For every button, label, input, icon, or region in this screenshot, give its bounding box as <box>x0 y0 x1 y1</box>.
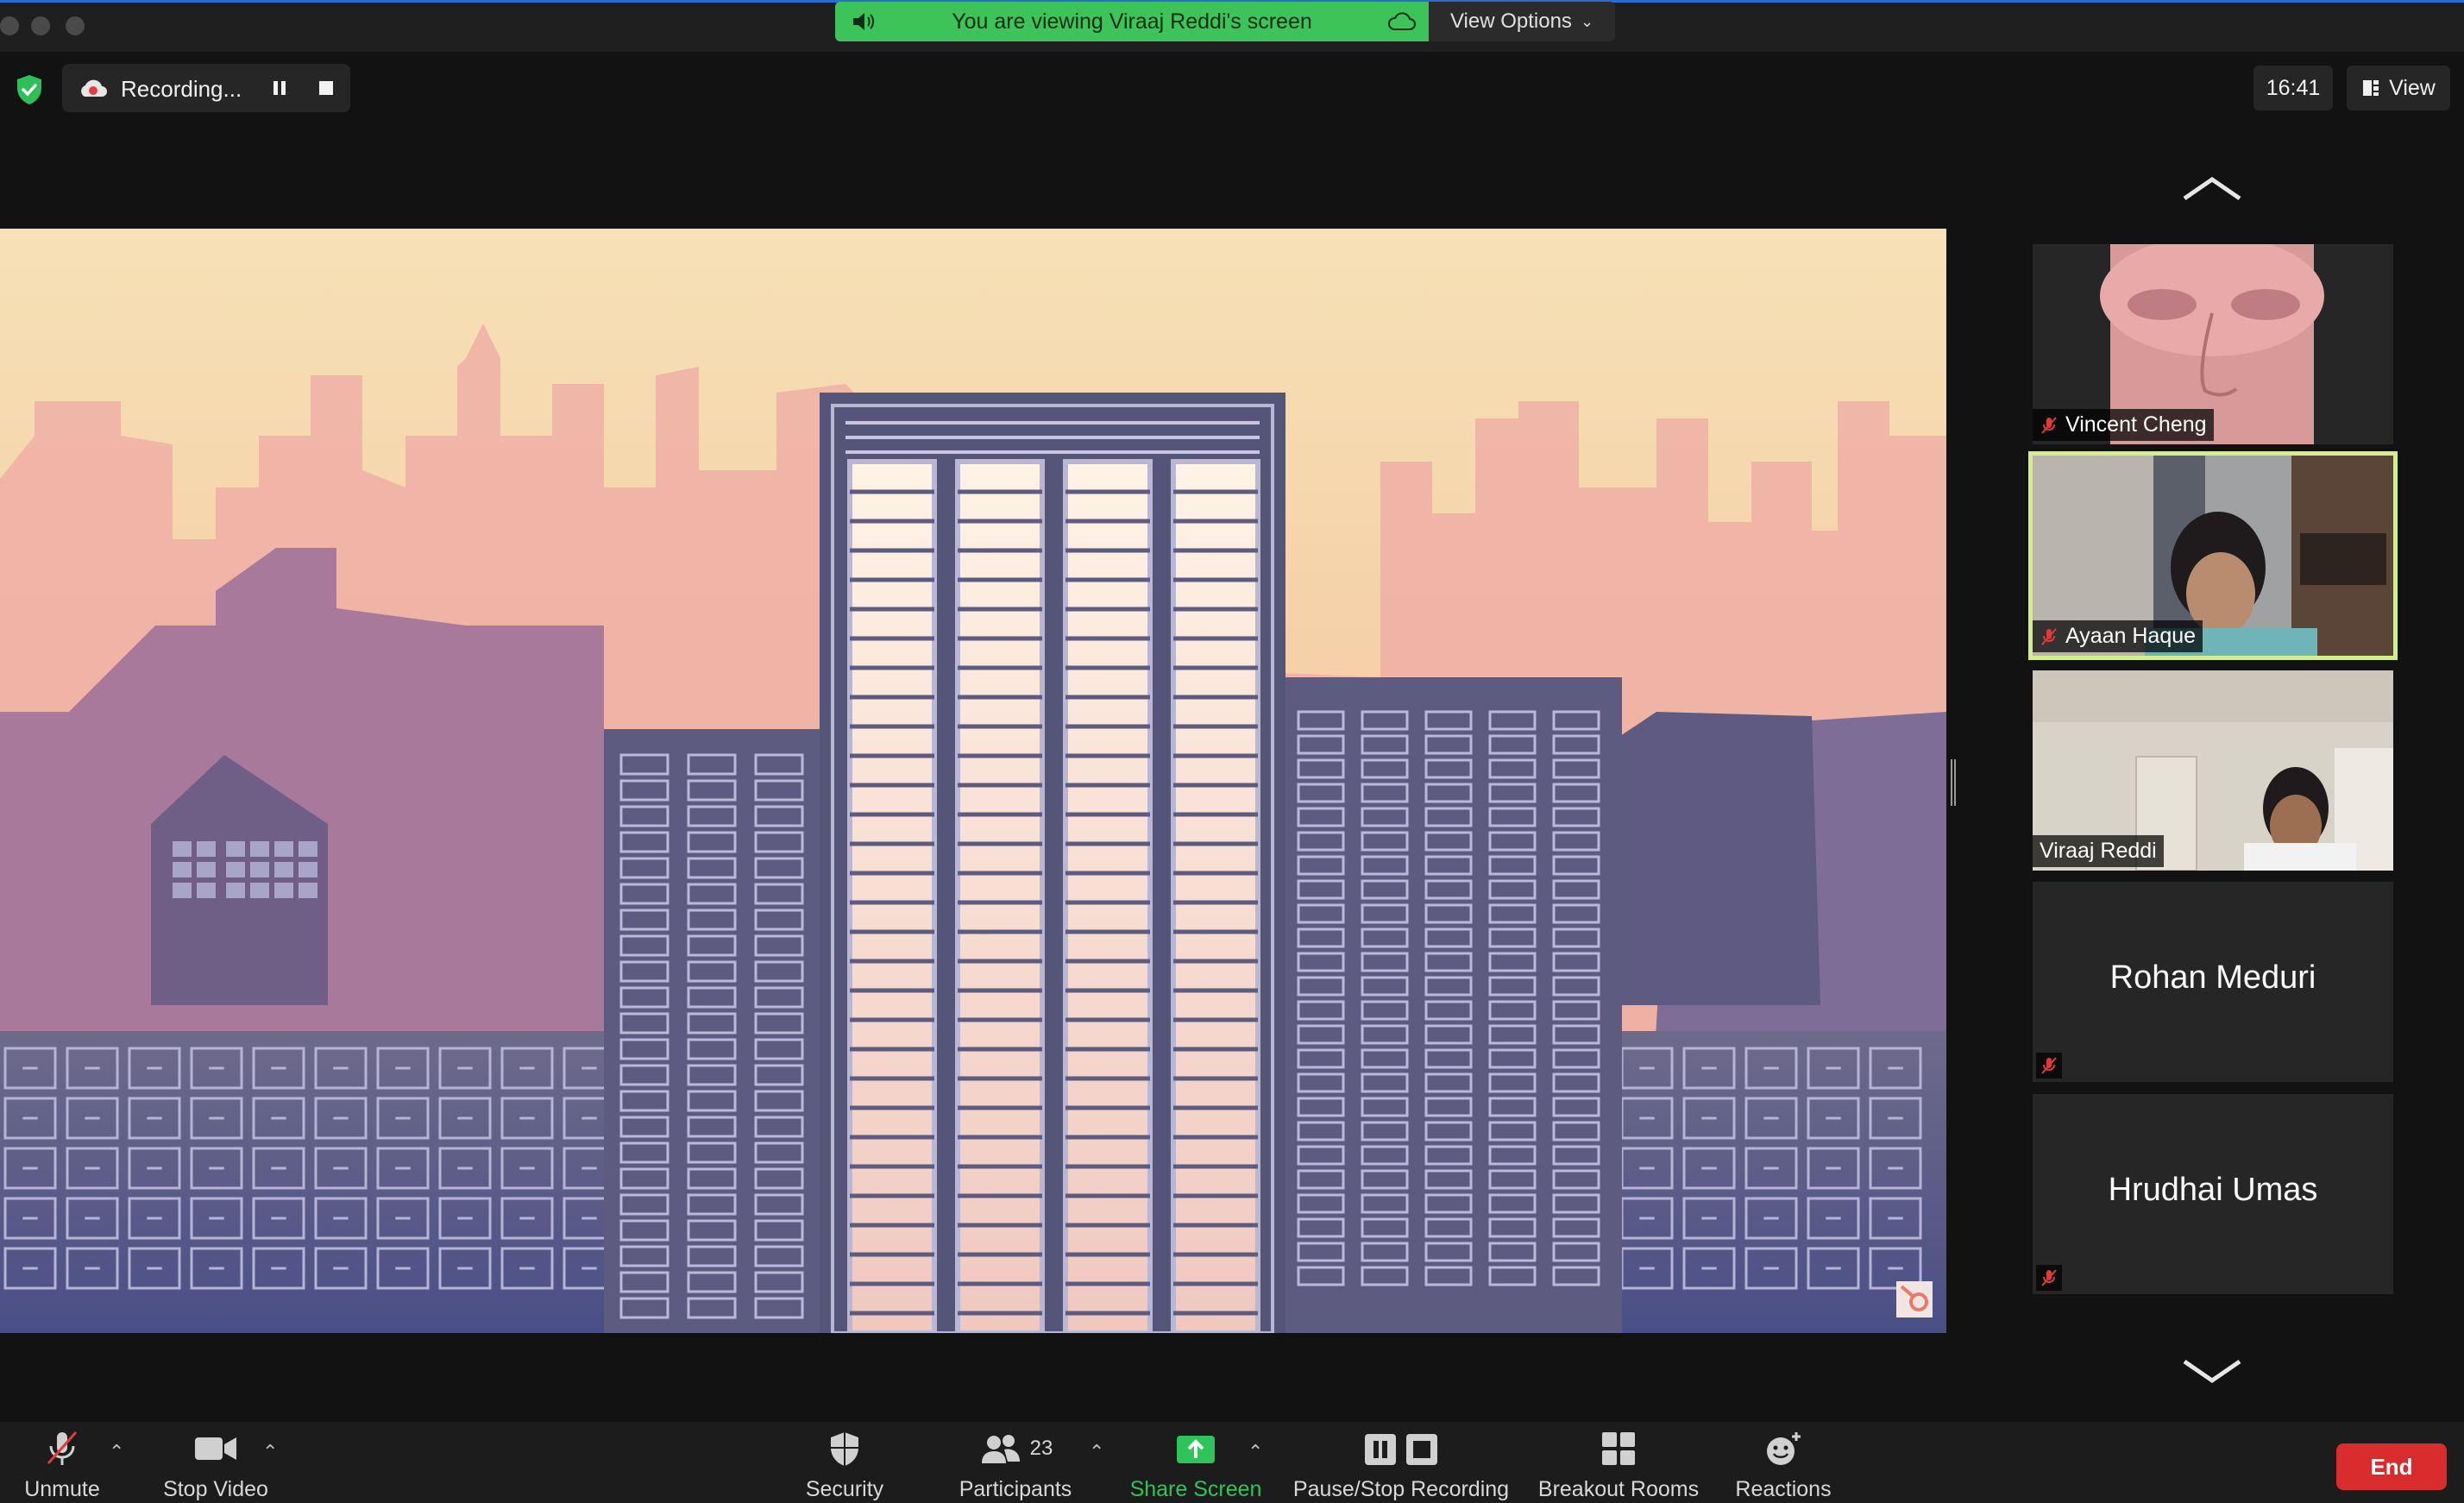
reactions-button[interactable]: Reactions <box>1725 1429 1841 1501</box>
security-shield-icon <box>831 1432 858 1466</box>
end-meeting-button[interactable]: End <box>2336 1443 2447 1490</box>
window-close-button[interactable] <box>0 16 19 35</box>
participants-options-caret-icon[interactable]: ⌃ <box>1089 1441 1104 1463</box>
muted-mic-icon <box>2041 1057 2057 1074</box>
scroll-down-chevron-icon[interactable] <box>2181 1356 2243 1387</box>
participant-name: Rohan Meduri <box>2109 959 2316 996</box>
banner-text: You are viewing Viraaj Reddi's screen <box>952 9 1312 34</box>
muted-mic-icon <box>2041 627 2057 645</box>
shared-screen <box>0 229 1946 1333</box>
share-options-caret-icon[interactable]: ⌃ <box>1248 1441 1263 1463</box>
participants-button[interactable]: 23 Participants <box>949 1429 1082 1501</box>
participant-tile-vincent[interactable]: Vincent Cheng <box>2033 244 2393 444</box>
participant-tile-viraaj[interactable]: Viraaj Reddi <box>2033 670 2393 871</box>
muted-badge <box>2036 1265 2062 1291</box>
breakout-rooms-icon <box>1602 1432 1635 1465</box>
speaker-icon <box>853 13 874 30</box>
view-options-button[interactable]: View Options ⌄ <box>1429 2 1615 41</box>
meeting-toolbar: Unmute ⌃ Stop Video ⌃ Security 23 Partic… <box>0 1422 2464 1503</box>
participant-name: Vincent Cheng <box>2065 412 2207 437</box>
video-options-caret-icon[interactable]: ⌃ <box>262 1441 278 1463</box>
panel-resize-handle[interactable] <box>1951 759 1956 806</box>
participant-tile-ayaan[interactable]: Ayaan Haque <box>2028 451 2398 660</box>
pause-stop-recording-icon <box>1365 1434 1437 1465</box>
participant-name-label: Vincent Cheng <box>2033 409 2214 441</box>
stop-recording-button[interactable] <box>316 78 336 98</box>
participants-count: 23 <box>1029 1437 1053 1460</box>
window-zoom-button[interactable] <box>66 16 85 35</box>
window-minimize-button[interactable] <box>31 16 50 35</box>
meeting-clock: 16:41 <box>2253 66 2333 110</box>
share-screen-label: Share Screen <box>1129 1477 1262 1501</box>
stop-video-button[interactable]: Stop Video <box>155 1429 276 1501</box>
reactions-label: Reactions <box>1735 1477 1832 1501</box>
cloud-icon <box>1388 12 1416 30</box>
reactions-smiley-icon <box>1767 1432 1801 1465</box>
participant-tile-hrudhai[interactable]: Hrudhai Umas <box>2033 1094 2393 1294</box>
cloud-recording-icon <box>81 79 107 97</box>
participant-name-label: Ayaan Haque <box>2033 620 2203 652</box>
scroll-up-chevron-icon[interactable] <box>2181 173 2243 204</box>
muted-badge <box>2036 1053 2062 1079</box>
unmute-label: Unmute <box>24 1477 100 1501</box>
share-screen-icon <box>1177 1436 1215 1463</box>
audio-options-caret-icon[interactable]: ⌃ <box>109 1441 124 1463</box>
recording-indicator: Recording... <box>62 64 350 112</box>
stop-video-label: Stop Video <box>163 1477 268 1501</box>
chevron-down-icon: ⌄ <box>1580 12 1594 30</box>
participant-tile-rohan[interactable]: Rohan Meduri <box>2033 882 2393 1082</box>
participants-label: Participants <box>959 1477 1072 1501</box>
share-screen-button[interactable]: Share Screen <box>1127 1429 1265 1501</box>
pause-stop-recording-button[interactable]: Pause/Stop Recording <box>1291 1429 1512 1501</box>
muted-mic-icon <box>2041 416 2057 434</box>
breakout-rooms-button[interactable]: Breakout Rooms <box>1534 1429 1703 1501</box>
participant-name-label: Viraaj Reddi <box>2033 835 2164 867</box>
muted-mic-icon <box>47 1431 78 1465</box>
participants-icon <box>981 1435 1020 1463</box>
view-options-label: View Options <box>1449 9 1572 33</box>
view-button[interactable]: View <box>2347 66 2450 110</box>
viewing-screen-banner: You are viewing Viraaj Reddi's screen <box>835 2 1429 41</box>
video-camera-icon <box>195 1437 236 1460</box>
unmute-button[interactable]: Unmute <box>9 1429 116 1501</box>
pause-recording-button[interactable] <box>269 78 290 98</box>
view-label: View <box>2389 75 2436 100</box>
participant-name: Viraaj Reddi <box>2040 839 2157 863</box>
pause-stop-recording-label: Pause/Stop Recording <box>1292 1477 1510 1501</box>
layout-icon <box>2363 80 2379 96</box>
security-label: Security <box>805 1477 884 1501</box>
participant-name: Hrudhai Umas <box>2108 1172 2318 1208</box>
security-button[interactable]: Security <box>794 1429 896 1501</box>
muted-mic-icon <box>2041 1269 2057 1286</box>
breakout-rooms-label: Breakout Rooms <box>1537 1477 1700 1501</box>
recording-status-label: Recording... <box>121 76 242 102</box>
participant-name: Ayaan Haque <box>2065 624 2197 648</box>
encryption-shield-icon[interactable] <box>12 72 47 107</box>
